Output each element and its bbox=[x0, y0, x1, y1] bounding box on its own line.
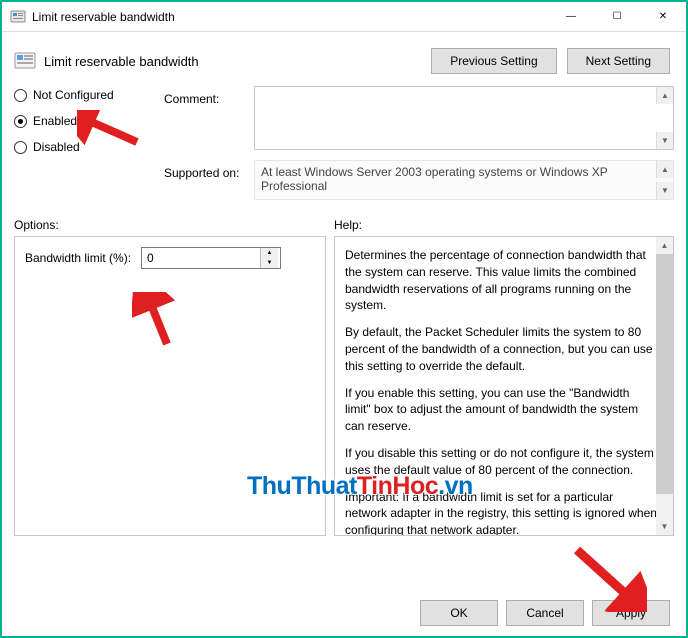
comment-label: Comment: bbox=[164, 86, 254, 150]
help-panel: ▲ ▼ Determines the percentage of connect… bbox=[334, 236, 674, 536]
bandwidth-limit-input[interactable] bbox=[142, 248, 260, 268]
help-paragraph: Important: If a bandwidth limit is set f… bbox=[345, 489, 663, 536]
app-icon bbox=[10, 9, 26, 25]
radio-label: Not Configured bbox=[33, 88, 114, 102]
window-title: Limit reservable bandwidth bbox=[32, 10, 548, 24]
supported-on-text: At least Windows Server 2003 operating s… bbox=[254, 160, 674, 200]
help-paragraph: If you disable this setting or do not co… bbox=[345, 445, 663, 479]
supported-on-label: Supported on: bbox=[164, 160, 254, 200]
radio-label: Enabled bbox=[33, 114, 77, 128]
titlebar: Limit reservable bandwidth — ☐ ✕ bbox=[2, 2, 686, 32]
radio-not-configured[interactable]: Not Configured bbox=[14, 88, 164, 102]
policy-icon bbox=[14, 50, 36, 72]
minimize-button[interactable]: — bbox=[548, 2, 594, 31]
scroll-up-icon[interactable]: ▲ bbox=[656, 161, 673, 178]
spinner-up-icon[interactable]: ▲ bbox=[261, 248, 278, 258]
maximize-button[interactable]: ☐ bbox=[594, 2, 640, 31]
cancel-button[interactable]: Cancel bbox=[506, 600, 584, 626]
close-button[interactable]: ✕ bbox=[640, 2, 686, 31]
policy-title: Limit reservable bandwidth bbox=[44, 54, 199, 69]
help-paragraph: By default, the Packet Scheduler limits … bbox=[345, 324, 663, 374]
window-controls: — ☐ ✕ bbox=[548, 2, 686, 31]
scroll-down-icon[interactable]: ▼ bbox=[656, 182, 673, 199]
radio-enabled[interactable]: Enabled bbox=[14, 114, 164, 128]
options-panel: Bandwidth limit (%): ▲ ▼ bbox=[14, 236, 326, 536]
previous-setting-button[interactable]: Previous Setting bbox=[431, 48, 556, 74]
help-paragraph: Determines the percentage of connection … bbox=[345, 247, 663, 314]
radio-icon bbox=[14, 89, 27, 102]
radio-disabled[interactable]: Disabled bbox=[14, 140, 164, 154]
radio-icon bbox=[14, 115, 27, 128]
scroll-up-icon[interactable]: ▲ bbox=[656, 87, 673, 104]
apply-button[interactable]: Apply bbox=[592, 600, 670, 626]
scroll-down-icon[interactable]: ▼ bbox=[656, 132, 673, 149]
bandwidth-limit-label: Bandwidth limit (%): bbox=[25, 251, 131, 265]
comment-textarea[interactable]: ▲ ▼ bbox=[254, 86, 674, 150]
help-paragraph: If you enable this setting, you can use … bbox=[345, 385, 663, 435]
options-label: Options: bbox=[14, 218, 334, 232]
spinner-down-icon[interactable]: ▼ bbox=[261, 258, 278, 268]
scroll-up-icon[interactable]: ▲ bbox=[656, 237, 673, 254]
scroll-down-icon[interactable]: ▼ bbox=[656, 518, 673, 535]
ok-button[interactable]: OK bbox=[420, 600, 498, 626]
scrollbar-thumb[interactable] bbox=[656, 254, 673, 494]
next-setting-button[interactable]: Next Setting bbox=[567, 48, 670, 74]
radio-icon bbox=[14, 141, 27, 154]
bandwidth-limit-spinner[interactable]: ▲ ▼ bbox=[141, 247, 281, 269]
radio-label: Disabled bbox=[33, 140, 80, 154]
help-label: Help: bbox=[334, 218, 362, 232]
